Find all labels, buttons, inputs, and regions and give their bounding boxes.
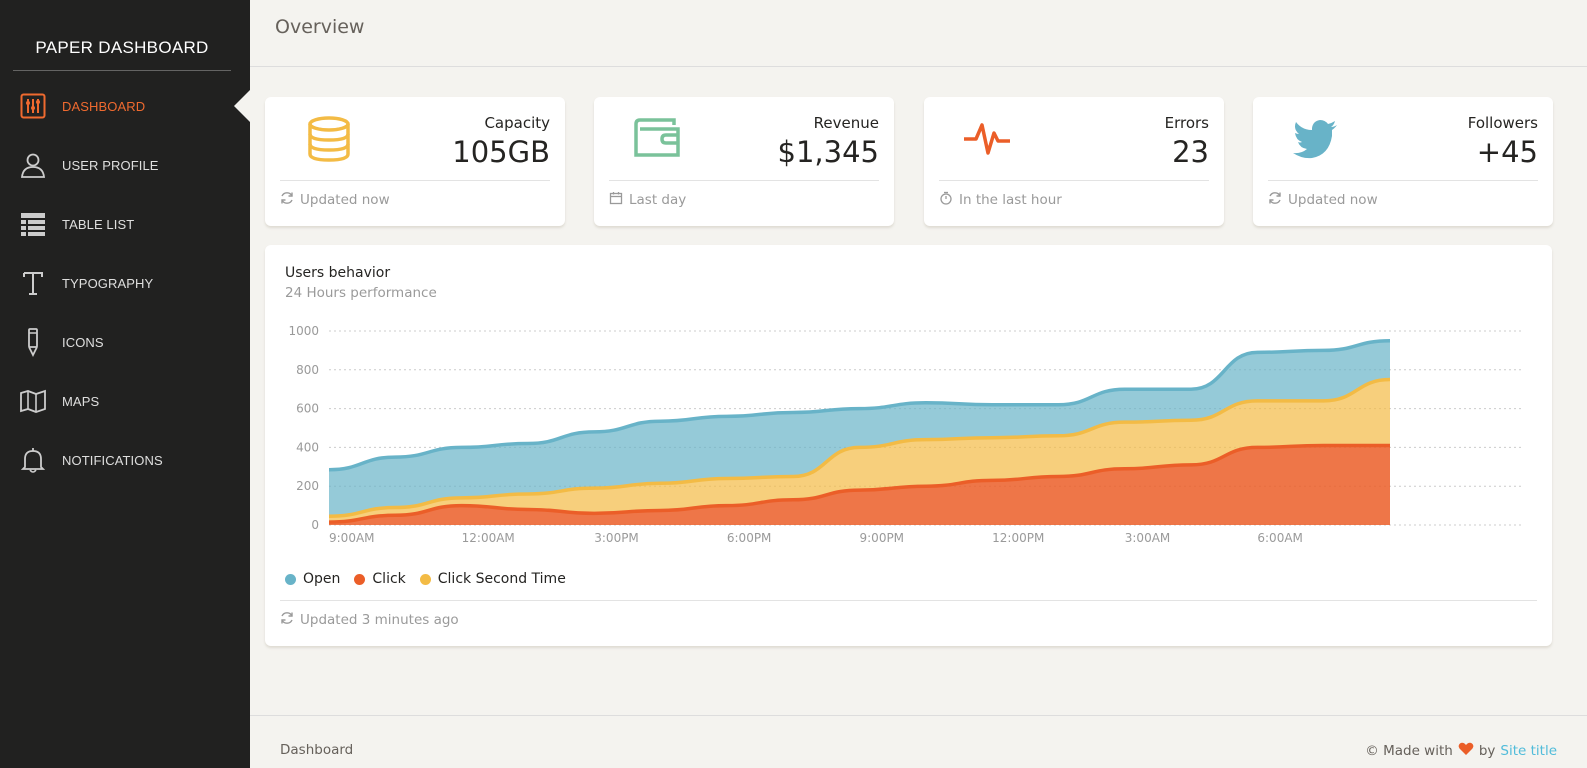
x-tick-label: 12:00AM	[462, 531, 515, 545]
bell-icon	[18, 445, 48, 475]
area-chart: 0 200 400 600 800 1000 9:00AM 12:00AM 3:00PM 6:00…	[288, 324, 1521, 545]
database-icon	[303, 115, 355, 163]
sidebar-item-icons[interactable]: ICONS	[0, 320, 250, 364]
table-list-icon	[18, 209, 48, 239]
y-tick-label: 1000	[288, 324, 319, 338]
page-footer: Dashboard © Made with by Site title	[250, 715, 1587, 768]
stat-card-followers: Followers +45 Updated now	[1253, 97, 1553, 226]
y-tick-label: 0	[311, 518, 319, 532]
x-tick-label: 9:00PM	[860, 531, 905, 545]
divider	[939, 180, 1209, 181]
pulse-icon	[962, 115, 1014, 163]
legend-item-click: Click	[354, 571, 406, 587]
x-tick-label: 9:00AM	[329, 531, 375, 545]
divider	[609, 180, 879, 181]
legend-label: Open	[303, 571, 341, 587]
chart-legend: Open Click Click Second Time	[285, 571, 566, 587]
stat-footer-text: Last day	[629, 192, 687, 208]
sidebar-item-dashboard[interactable]: DASHBOARD	[0, 84, 250, 128]
sidebar-item-user-profile[interactable]: USER PROFILE	[0, 143, 250, 187]
divider	[1268, 180, 1538, 181]
stat-footer-text: Updated now	[1288, 192, 1378, 208]
stat-label: Followers	[1467, 114, 1538, 132]
y-tick-label: 800	[296, 363, 319, 377]
stat-footer-text: In the last hour	[959, 192, 1062, 208]
active-indicator	[234, 90, 250, 122]
legend-dot	[354, 573, 366, 585]
heart-icon	[1458, 742, 1474, 760]
twitter-icon	[1291, 115, 1343, 163]
brand-logo[interactable]: PAPER DASHBOARD	[13, 38, 231, 71]
x-tick-label: 6:00PM	[727, 531, 772, 545]
stat-label: Errors	[1164, 114, 1209, 132]
stat-label: Capacity	[484, 114, 550, 132]
wallet-icon	[632, 115, 684, 163]
sidebar-item-label: DASHBOARD	[62, 98, 146, 114]
footer-dashboard-link[interactable]: Dashboard	[280, 742, 353, 758]
stat-footer-text: Updated now	[300, 192, 390, 208]
divider	[280, 600, 1537, 601]
chart-card-users-behavior: Users behavior 24 Hours performance 0 200…	[265, 245, 1552, 646]
stat-card-errors: Errors 23 In the last hour	[924, 97, 1224, 226]
stat-footer: In the last hour	[939, 191, 1062, 209]
stat-value: 105GB	[452, 135, 550, 169]
sliders-icon	[18, 91, 48, 121]
by-text: by	[1478, 743, 1496, 759]
x-tick-label: 3:00PM	[594, 531, 639, 545]
legend-item-click-second-time: Click Second Time	[419, 571, 566, 587]
y-tick-label: 400	[296, 440, 319, 454]
stat-label: Revenue	[813, 114, 879, 132]
map-icon	[18, 386, 48, 416]
sidebar-item-label: MAPS	[62, 393, 100, 409]
sidebar-item-label: ICONS	[62, 334, 104, 350]
made-with-text: © Made with	[1365, 743, 1453, 759]
legend-label: Click Second Time	[437, 571, 566, 587]
page-title[interactable]: Overview	[275, 16, 364, 38]
stat-card-revenue: Revenue $1,345 Last day	[594, 97, 894, 226]
sidebar-item-label: USER PROFILE	[62, 157, 159, 173]
x-tick-label: 12:00PM	[992, 531, 1044, 545]
y-tick-label: 200	[296, 479, 319, 493]
stat-value: 23	[1172, 135, 1209, 169]
sidebar-item-notifications[interactable]: NOTIFICATIONS	[0, 438, 250, 482]
stat-value: $1,345	[777, 135, 879, 169]
text-icon	[18, 268, 48, 298]
x-tick-label: 3:00AM	[1125, 531, 1171, 545]
refresh-icon	[280, 191, 294, 209]
sidebar-item-table-list[interactable]: TABLE LIST	[0, 202, 250, 246]
sidebar-item-label: TYPOGRAPHY	[62, 275, 154, 291]
chart-footer: Updated 3 minutes ago	[280, 611, 459, 629]
legend-item-open: Open	[285, 571, 340, 587]
stat-footer: Last day	[609, 191, 686, 209]
chart-title: Users behavior	[285, 265, 391, 281]
stat-value: +45	[1476, 135, 1538, 169]
chart-subtitle: 24 Hours performance	[285, 285, 437, 301]
legend-dot	[285, 573, 296, 585]
calendar-icon	[609, 191, 623, 209]
refresh-icon	[1268, 191, 1282, 209]
legend-dot	[419, 573, 431, 585]
pencil-icon	[18, 327, 48, 357]
timer-icon	[939, 191, 953, 209]
stat-card-capacity: Capacity 105GB Updated now	[265, 97, 565, 226]
sidebar-item-maps[interactable]: MAPS	[0, 379, 250, 423]
user-icon	[18, 150, 48, 180]
x-tick-label: 6:00AM	[1257, 531, 1303, 545]
stat-footer: Updated now	[280, 191, 390, 209]
chart-footer-text: Updated 3 minutes ago	[300, 612, 459, 628]
site-title-link[interactable]: Site title	[1500, 743, 1557, 759]
y-tick-label: 600	[296, 402, 319, 416]
footer-credits: © Made with by Site title	[1365, 742, 1557, 760]
sidebar-item-label: NOTIFICATIONS	[62, 452, 163, 468]
sidebar-item-typography[interactable]: TYPOGRAPHY	[0, 261, 250, 305]
divider	[280, 180, 550, 181]
sidebar: PAPER DASHBOARD DASHBOARD USER PROFILE T…	[0, 0, 250, 768]
sidebar-item-label: TABLE LIST	[62, 216, 135, 232]
refresh-icon	[280, 611, 294, 629]
stat-footer: Updated now	[1268, 191, 1378, 209]
legend-label: Click	[372, 571, 406, 587]
topbar: Overview	[250, 0, 1587, 67]
